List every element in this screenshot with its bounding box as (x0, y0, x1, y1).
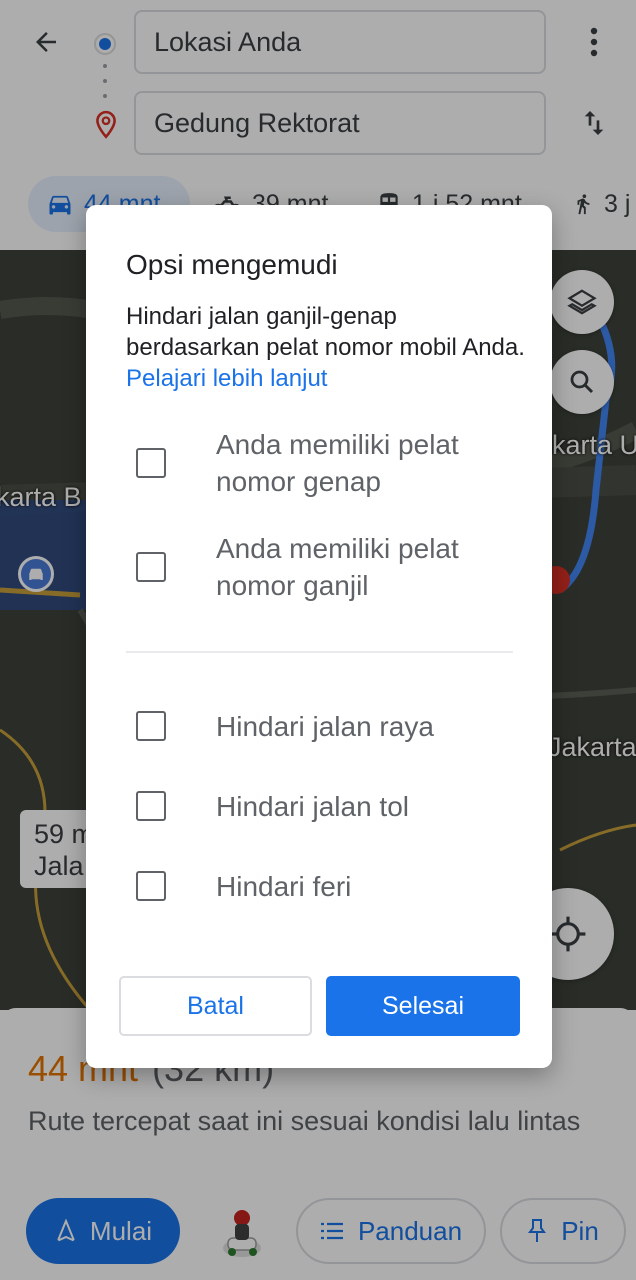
option-avoid-tolls[interactable]: Hindari jalan tol (136, 786, 516, 826)
option-avoid-highways[interactable]: Hindari jalan raya (136, 706, 516, 746)
avoid-tolls-label: Hindari jalan tol (216, 790, 409, 822)
avoid-tolls-checkbox[interactable] (136, 791, 166, 821)
dialog-description: Hindari jalan ganjil-genap berdasarkan p… (126, 301, 526, 394)
dialog-title: Opsi mengemudi (126, 249, 338, 280)
odd-plate-checkbox[interactable] (136, 552, 166, 582)
done-label: Selesai (382, 991, 464, 1020)
even-plate-label: Anda memiliki pelat nomor genap (216, 429, 459, 497)
driving-options-dialog: Opsi mengemudi Hindari jalan ganjil-gena… (86, 205, 552, 1068)
option-even-plate[interactable]: Anda memiliki pelat nomor genap (136, 425, 516, 501)
done-button[interactable]: Selesai (326, 976, 520, 1036)
cancel-label: Batal (187, 991, 244, 1020)
dialog-description-text: Hindari jalan ganjil-genap berdasarkan p… (126, 303, 525, 361)
odd-plate-label: Anda memiliki pelat nomor ganjil (216, 533, 459, 601)
even-plate-checkbox[interactable] (136, 448, 166, 478)
avoid-ferries-checkbox[interactable] (136, 871, 166, 901)
learn-more-link[interactable]: Pelajari lebih lanjut (126, 365, 327, 392)
avoid-highways-checkbox[interactable] (136, 711, 166, 741)
option-avoid-ferries[interactable]: Hindari feri (136, 866, 516, 906)
cancel-button[interactable]: Batal (119, 976, 312, 1036)
avoid-ferries-label: Hindari feri (216, 870, 352, 902)
avoid-highways-label: Hindari jalan raya (216, 710, 434, 742)
option-odd-plate[interactable]: Anda memiliki pelat nomor ganjil (136, 529, 516, 605)
options-divider (126, 651, 513, 653)
